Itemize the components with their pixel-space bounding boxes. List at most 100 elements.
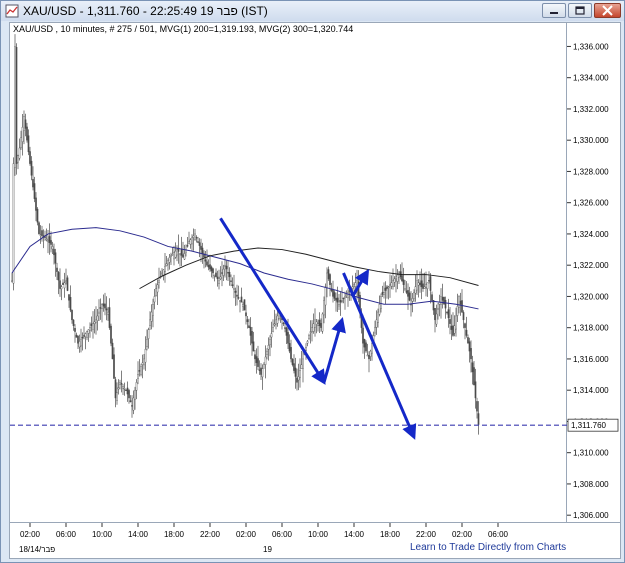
- candle-body: [51, 246, 54, 250]
- candle-body: [272, 327, 274, 332]
- candle-body: [78, 341, 81, 348]
- candle-body: [353, 284, 355, 287]
- candle: [32, 166, 34, 191]
- candle: [89, 322, 91, 338]
- candle: [408, 286, 411, 302]
- candle-body: [165, 263, 168, 266]
- candle: [77, 335, 79, 349]
- candle-body: [363, 339, 366, 348]
- candle-body: [317, 323, 319, 326]
- candle-body: [18, 147, 21, 159]
- candle: [302, 349, 304, 383]
- candle: [147, 327, 150, 349]
- y-tick-label: 1,332.000: [573, 105, 609, 114]
- candle-body: [288, 343, 291, 352]
- candle: [59, 268, 61, 297]
- time-axis[interactable]: 02:00 06:00 10:00 14:00 18:00 22:00 02:00 06:00…: [9, 523, 621, 559]
- candle-body: [171, 254, 174, 256]
- candle-body: [368, 355, 370, 360]
- candle-body: [314, 319, 316, 328]
- candle-body: [15, 47, 18, 164]
- minimize-button[interactable]: [542, 3, 566, 18]
- candle: [135, 379, 138, 400]
- candle-body: [74, 328, 76, 332]
- candle-body: [276, 315, 279, 324]
- candle-body: [90, 323, 93, 326]
- candle-body: [152, 304, 154, 316]
- candle-body: [195, 237, 198, 239]
- candle: [474, 368, 477, 409]
- x-tick-label: 06:00: [56, 530, 77, 539]
- candle-body: [38, 222, 40, 235]
- candle-body: [33, 183, 36, 199]
- candle: [368, 351, 370, 373]
- x-tick-label: 06:00: [488, 530, 509, 539]
- candle: [299, 358, 301, 388]
- y-tick-label: 1,318.000: [573, 324, 609, 333]
- candle-body: [369, 350, 372, 357]
- candle: [78, 334, 81, 353]
- candle: [24, 113, 27, 137]
- candle: [411, 293, 414, 313]
- candle: [413, 289, 415, 302]
- candle: [191, 234, 193, 251]
- candle-body: [431, 294, 433, 301]
- candle-body: [464, 323, 466, 328]
- candle: [15, 43, 18, 175]
- chart-window: XAU/USD - 1,311.760 - 22:25:49 19 פבר (I…: [0, 0, 625, 563]
- restore-button[interactable]: [568, 3, 592, 18]
- candle: [38, 221, 40, 235]
- candle-body: [287, 332, 289, 344]
- candle: [26, 122, 28, 143]
- candle-body: [230, 280, 232, 282]
- candle-body: [260, 367, 262, 375]
- candle: [218, 269, 220, 290]
- candle-body: [98, 311, 100, 314]
- candle: [179, 253, 181, 267]
- price-axis[interactable]: 1,306.0001,308.0001,310.0001,312.0001,31…: [567, 22, 621, 523]
- candle-body: [338, 304, 340, 307]
- candle-body: [218, 280, 220, 284]
- candle: [138, 359, 141, 377]
- candle: [365, 340, 367, 353]
- candle: [36, 207, 39, 226]
- candle-body: [27, 135, 30, 153]
- candle-body: [429, 276, 432, 291]
- candle-body: [318, 319, 321, 326]
- date-label-mid: 19: [263, 545, 272, 554]
- candle: [251, 327, 253, 356]
- candle: [87, 329, 90, 342]
- watermark-link[interactable]: Learn to Trade Directly from Charts: [410, 542, 566, 553]
- candle: [335, 292, 337, 312]
- candle-body: [101, 304, 103, 309]
- candle: [392, 268, 394, 290]
- candle-body: [144, 348, 147, 363]
- candle-body: [341, 300, 343, 302]
- candle: [177, 234, 180, 264]
- candle-body: [147, 329, 150, 339]
- candle: [255, 348, 258, 374]
- candle-body: [323, 300, 325, 316]
- candle: [204, 251, 207, 268]
- candle-body: [84, 333, 87, 338]
- candle: [261, 364, 264, 390]
- y-tick-label: 1,324.000: [573, 230, 609, 239]
- candle: [219, 266, 222, 281]
- close-button[interactable]: [594, 3, 621, 18]
- candle: [320, 318, 322, 332]
- price-plot-area[interactable]: [9, 22, 567, 523]
- x-tick-label: 10:00: [308, 530, 329, 539]
- candle: [132, 390, 135, 415]
- candle-body: [374, 327, 376, 334]
- title-bar[interactable]: XAU/USD - 1,311.760 - 22:25:49 19 פבר (I…: [1, 1, 624, 21]
- candle: [471, 355, 474, 385]
- candle-body: [138, 370, 141, 372]
- candle: [14, 34, 16, 176]
- candle: [233, 274, 235, 299]
- candle-body: [155, 288, 157, 296]
- candle-body: [294, 367, 297, 377]
- candle-body: [140, 366, 142, 375]
- candle-body: [389, 284, 391, 286]
- y-tick-label: 1,328.000: [573, 167, 609, 176]
- candle-body: [113, 354, 115, 379]
